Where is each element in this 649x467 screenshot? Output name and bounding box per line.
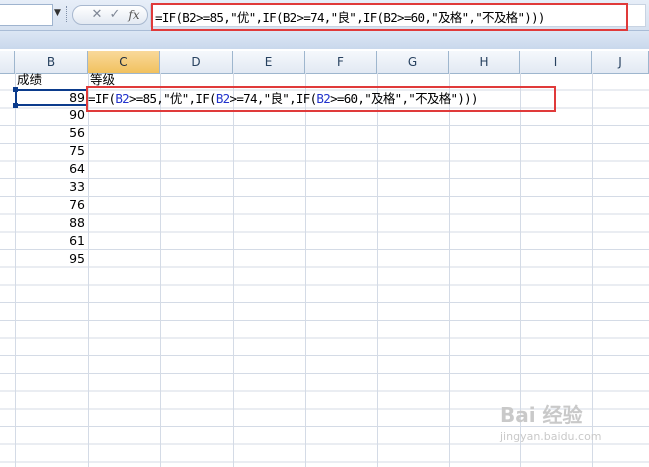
excel-window: ▼ ✕ ✓ fx =IF(B2>=85,"优",IF(B2>=74,"良",IF… [0,0,649,467]
gridline [15,73,16,467]
active-cell-border [15,89,88,106]
cell-highlight-box [86,86,556,112]
column-header-b[interactable]: B [15,51,88,73]
ribbon-strip [0,31,649,49]
column-header-c[interactable]: C [88,51,160,73]
select-all-corner[interactable] [0,51,15,73]
column-header-i[interactable]: I [520,51,592,73]
cell-b3[interactable]: 90 [17,106,85,124]
cell-b7[interactable]: 33 [17,178,85,196]
gridline [88,73,89,467]
name-box-dropdown-icon[interactable]: ▼ [54,8,61,18]
cell-b11[interactable]: 95 [17,250,85,268]
cell-b9[interactable]: 88 [17,214,85,232]
cancel-icon[interactable]: ✕ [89,6,105,24]
insert-function-icon[interactable]: fx [126,6,142,24]
formula-highlight-box [151,3,628,31]
range-handle[interactable] [13,87,18,92]
watermark-brand: Bai 经验 [500,403,583,427]
column-header-f[interactable]: F [305,51,377,73]
column-header-e[interactable]: E [233,51,305,73]
formula-buttons: ✕ ✓ fx [72,5,148,25]
gridline [233,73,234,467]
watermark-url: jingyan.baidu.com [500,430,602,443]
cell-b10[interactable]: 61 [17,232,85,250]
column-header-d[interactable]: D [160,51,233,73]
column-header-j[interactable]: J [592,51,649,73]
gridline [305,73,306,467]
cell-b1[interactable]: 成绩 [17,71,42,89]
range-handle[interactable] [13,103,18,108]
cell-b6[interactable]: 64 [17,160,85,178]
name-box[interactable] [0,4,53,26]
cell-b4[interactable]: 56 [17,124,85,142]
column-header-h[interactable]: H [449,51,520,73]
cell-b5[interactable]: 75 [17,142,85,160]
formula-bar-splitter[interactable] [66,6,69,22]
cell-b8[interactable]: 76 [17,196,85,214]
gridline [160,73,161,467]
column-header-g[interactable]: G [377,51,449,73]
gridline [377,73,378,467]
watermark-logo: Bai 经验 jingyan.baidu.com [500,404,640,460]
enter-icon[interactable]: ✓ [107,6,123,24]
gridline [449,73,450,467]
